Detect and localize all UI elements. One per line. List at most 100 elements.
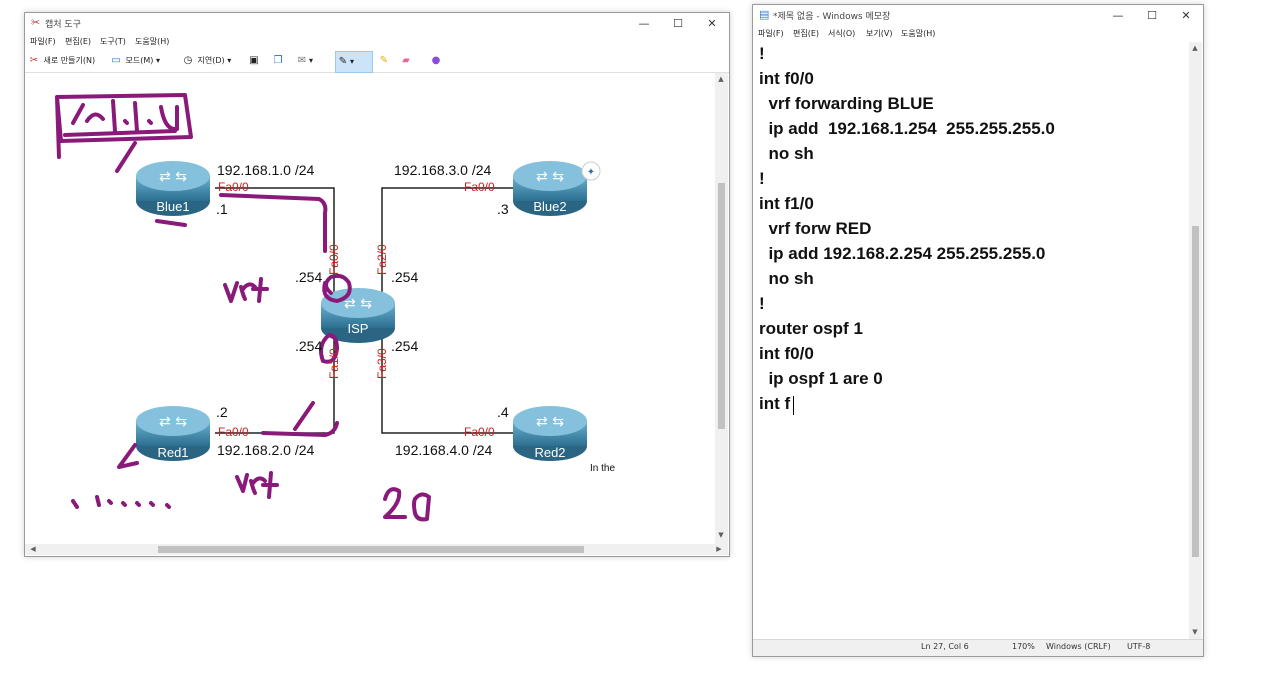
isp-bl-label: .254: [295, 338, 323, 354]
isp-fa1-label: Fa1/0: [327, 348, 341, 379]
blue1-port-label: Fa0/0: [218, 180, 249, 194]
new-snip-label: 새로 만들기(N): [43, 56, 96, 65]
mode-button[interactable]: ▭ 모드(M) ▾: [109, 53, 160, 69]
highlighter-button[interactable]: ✎: [377, 53, 391, 69]
highlighter-icon: ✎: [379, 55, 389, 66]
send-snip-button[interactable]: ✉ ▾: [295, 53, 313, 69]
save-snip-button[interactable]: ▣: [247, 53, 261, 69]
blue2-port-label: Fa0/0: [464, 180, 495, 194]
status-position: Ln 27, Col 6: [921, 642, 969, 651]
scroll-left-icon[interactable]: ◀: [27, 545, 39, 553]
net1-label: 192.168.1.0 /24: [217, 162, 315, 178]
mode-label: 모드(M): [125, 56, 154, 65]
notepad-scroll-down-icon[interactable]: ▼: [1189, 628, 1201, 636]
new-snip-icon: ✂: [29, 55, 39, 66]
notepad-title-bar[interactable]: ▤ *제목 없음 - Windows 메모장 — ☐ ✕: [753, 5, 1203, 27]
snip-vertical-thumb[interactable]: [718, 183, 725, 429]
eraser-button[interactable]: ▰: [399, 53, 413, 69]
code-line: ip ospf 1 are 0: [759, 369, 883, 388]
ink-blue1-slash: [115, 141, 137, 173]
snip-horizontal-scrollbar[interactable]: ◀ ▶: [25, 544, 728, 555]
ink-box-text: [71, 99, 179, 133]
isp-tl-label: .254: [295, 269, 323, 285]
notepad-text-area[interactable]: ! int f0/0 vrf forwarding BLUE ip add 19…: [753, 42, 1189, 639]
code-line: vrf forwarding BLUE: [759, 94, 934, 113]
snipping-menu-bar: 파일(F) 편집(E) 도구(T) 도움말(H): [25, 35, 729, 49]
net4-label: 192.168.4.0 /24: [395, 442, 493, 458]
mode-icon: ▭: [111, 55, 121, 66]
code-line: ip add 192.168.2.254 255.255.255.0: [759, 244, 1046, 263]
menu-tools[interactable]: 도구(T): [100, 36, 126, 47]
code-line: int f0/0: [759, 69, 814, 88]
snip-horizontal-thumb[interactable]: [158, 546, 584, 553]
mode-dropdown-icon: ▾: [155, 56, 160, 65]
snipping-tool-window: ✂ 캡처 도구 — ☐ ✕ 파일(F) 편집(E) 도구(T) 도움말(H) ✂…: [24, 12, 730, 557]
code-line: int f0/0: [759, 344, 814, 363]
send-icon: ✉: [297, 55, 307, 66]
status-zoom: 170%: [1012, 642, 1035, 651]
pen-button[interactable]: ✎ ▾: [335, 51, 373, 73]
isp-fa2-label: Fa2/0: [375, 244, 389, 275]
red1-port-label: Fa0/0: [218, 425, 249, 439]
svg-text:✦: ✦: [587, 167, 595, 178]
notepad-icon: ▤: [759, 8, 770, 21]
svg-text:⇄ ⇆: ⇄ ⇆: [159, 169, 187, 185]
status-encoding: UTF-8: [1127, 642, 1151, 651]
notepad-menu-help[interactable]: 도움말(H): [901, 28, 935, 39]
code-line: !: [759, 294, 765, 313]
notepad-scroll-up-icon[interactable]: ▲: [1189, 44, 1201, 52]
code-line: int f1/0: [759, 194, 814, 213]
snip-vertical-scrollbar[interactable]: ▲ ▼: [715, 73, 728, 544]
send-dropdown-icon: ▾: [309, 56, 314, 65]
snipping-title-bar[interactable]: ✂ 캡처 도구 — ☐ ✕: [25, 13, 729, 35]
code-line: no sh: [759, 269, 814, 288]
close-button[interactable]: ✕: [695, 13, 729, 35]
blue2-host-label: .3: [497, 201, 509, 217]
notepad-close-button[interactable]: ✕: [1169, 5, 1203, 27]
notepad-vertical-scrollbar[interactable]: ▲ ▼: [1189, 42, 1202, 639]
ink-blue1-dot: [155, 219, 187, 227]
delay-button[interactable]: ◷ 지연(D) ▾: [181, 53, 232, 69]
maximize-button[interactable]: ☐: [661, 13, 695, 35]
isp-fa3-label: Fa3/0: [375, 348, 389, 379]
notepad-vertical-thumb[interactable]: [1192, 226, 1199, 557]
code-line: !: [759, 44, 765, 63]
minimize-button[interactable]: —: [627, 13, 661, 35]
red2-port-label: Fa0/0: [464, 425, 495, 439]
notepad-menu-file[interactable]: 파일(F): [758, 28, 784, 39]
clock-icon: ◷: [183, 55, 193, 66]
notepad-maximize-button[interactable]: ☐: [1135, 5, 1169, 27]
menu-help[interactable]: 도움말(H): [135, 36, 169, 47]
scroll-down-icon[interactable]: ▼: [715, 531, 727, 539]
blue1-host-label: .1: [216, 201, 228, 217]
menu-edit[interactable]: 편집(E): [65, 36, 91, 47]
ink-blue1-path: [219, 193, 328, 253]
copy-icon: ❐: [273, 55, 283, 66]
notepad-minimize-button[interactable]: —: [1101, 5, 1135, 27]
ink-vrf-bottom: [235, 471, 279, 499]
svg-text:⇄ ⇆: ⇄ ⇆: [536, 414, 564, 430]
notepad-menu-view[interactable]: 보기(V): [866, 28, 892, 39]
eraser-icon: ▰: [402, 55, 410, 66]
router-red2-name: Red2: [534, 445, 566, 460]
new-snip-button[interactable]: ✂ 새로 만들기(N): [27, 53, 95, 69]
window-title: 캡처 도구: [45, 20, 81, 30]
status-eol: Windows (CRLF): [1046, 642, 1111, 651]
scroll-right-icon[interactable]: ▶: [713, 545, 725, 553]
copy-button[interactable]: ❐: [271, 53, 285, 69]
ink-underline: [63, 129, 177, 137]
snipping-toolbar: ✂ 새로 만들기(N) ▭ 모드(M) ▾ ◷ 지연(D) ▾ ▣ ❐ ✉ ▾ ✎…: [25, 50, 729, 73]
paint3d-button[interactable]: ●: [429, 53, 443, 69]
notepad-menu-format[interactable]: 서식(O): [828, 28, 855, 39]
ink-vrf-top: [223, 277, 269, 303]
isp-fa0-label: Fa0/0: [327, 244, 341, 275]
notepad-window: ▤ *제목 없음 - Windows 메모장 — ☐ ✕ 파일(F) 편집(E)…: [752, 4, 1204, 657]
notepad-title: *제목 없음 - Windows 메모장: [773, 12, 891, 22]
notepad-menu-edit[interactable]: 편집(E): [793, 28, 819, 39]
menu-file[interactable]: 파일(F): [30, 36, 56, 47]
svg-text:⇄ ⇆: ⇄ ⇆: [536, 169, 564, 185]
net3-label: 192.168.3.0 /24: [394, 162, 492, 178]
red2-host-label: .4: [497, 404, 509, 420]
scroll-up-icon[interactable]: ▲: [715, 75, 727, 83]
isp-tr-label: .254: [391, 269, 419, 285]
